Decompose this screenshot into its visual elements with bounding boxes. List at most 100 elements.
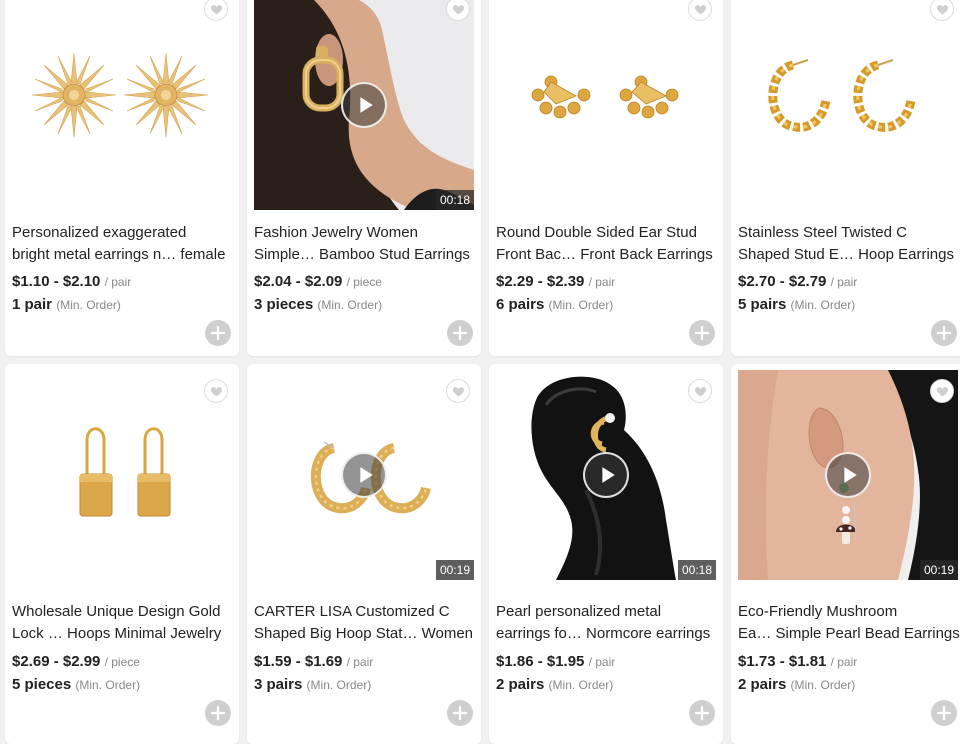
plus-icon: [210, 325, 226, 341]
product-card[interactable]: Stainless Steel Twisted C Shaped Stud E……: [731, 0, 960, 356]
product-image[interactable]: [12, 370, 232, 580]
product-image[interactable]: 00:18: [254, 0, 474, 210]
price-range: $2.69 - $2.99 / piece: [12, 653, 140, 670]
product-card[interactable]: 00:18 Fashion Jewelry Women Simple… Bamb…: [247, 0, 481, 356]
product-title[interactable]: Round Double Sided Ear Stud Front Bac… F…: [496, 222, 718, 266]
product-card[interactable]: 00:18 Pearl personalized metal earrings …: [489, 364, 723, 744]
product-title[interactable]: Fashion Jewelry Women Simple… Bamboo Stu…: [254, 222, 476, 266]
product-card[interactable]: Personalized exaggerated bright metal ea…: [5, 0, 239, 356]
product-image[interactable]: [738, 0, 958, 210]
plus-icon: [936, 705, 952, 721]
heart-icon[interactable]: [930, 379, 954, 403]
product-card[interactable]: Round Double Sided Ear Stud Front Bac… F…: [489, 0, 723, 356]
moq-note: (Min. Order): [317, 298, 383, 312]
moq-note: (Min. Order): [548, 678, 614, 692]
min-order: 1 pair (Min. Order): [12, 296, 121, 313]
product-title[interactable]: CARTER LISA Customized C Shaped Big Hoop…: [254, 601, 476, 645]
moq-value: 5 pairs: [738, 296, 787, 313]
play-icon[interactable]: [825, 452, 871, 498]
product-title[interactable]: Personalized exaggerated bright metal ea…: [12, 222, 234, 266]
heart-icon[interactable]: [446, 379, 470, 403]
moq-note: (Min. Order): [75, 678, 141, 692]
plus-icon: [452, 705, 468, 721]
price-unit: / pair: [830, 275, 858, 289]
add-to-compare-button[interactable]: [205, 320, 231, 346]
add-to-compare-button[interactable]: [931, 320, 957, 346]
product-image[interactable]: 00:19: [254, 370, 474, 580]
title-line-1: Eco-Friendly Mushroom: [738, 603, 898, 620]
price-range: $2.70 - $2.79 / pair: [738, 273, 857, 290]
play-icon[interactable]: [341, 452, 387, 498]
video-duration: 00:19: [435, 560, 474, 580]
plus-icon: [452, 325, 468, 341]
moq-note: (Min. Order): [790, 298, 856, 312]
title-line-1: Personalized exaggerated: [12, 224, 187, 241]
product-card[interactable]: Wholesale Unique Design Gold Lock … Hoop…: [5, 364, 239, 744]
min-order: 2 pairs (Min. Order): [738, 676, 855, 693]
video-duration: 00:19: [919, 560, 958, 580]
product-card[interactable]: 00:19 CARTER LISA Customized C Shaped Bi…: [247, 364, 481, 744]
moq-note: (Min. Order): [306, 678, 372, 692]
title-line-2: bright metal earrings n… female: [12, 246, 226, 263]
video-duration: 00:18: [435, 190, 474, 210]
play-icon[interactable]: [341, 82, 387, 128]
add-to-compare-button[interactable]: [447, 320, 473, 346]
product-image[interactable]: 00:18: [496, 370, 716, 580]
moq-value: 6 pairs: [496, 296, 545, 313]
min-order: 3 pieces (Min. Order): [254, 296, 382, 313]
product-title[interactable]: Eco-Friendly Mushroom Ea… Simple Pearl B…: [738, 601, 960, 645]
moq-note: (Min. Order): [790, 678, 856, 692]
title-line-1: Wholesale Unique Design Gold: [12, 603, 221, 620]
add-to-compare-button[interactable]: [931, 700, 957, 726]
title-line-1: CARTER LISA Customized C: [254, 603, 450, 620]
min-order: 5 pieces (Min. Order): [12, 676, 140, 693]
add-to-compare-button[interactable]: [205, 700, 231, 726]
product-title[interactable]: Wholesale Unique Design Gold Lock … Hoop…: [12, 601, 234, 645]
title-line-2: Shaped Big Hoop Stat… Women: [254, 625, 474, 642]
price-range: $1.10 - $2.10 / pair: [12, 273, 131, 290]
price-value: $1.59 - $1.69: [254, 653, 343, 670]
heart-icon[interactable]: [688, 379, 712, 403]
price-unit: / pair: [346, 655, 374, 669]
plus-icon: [694, 705, 710, 721]
title-line-2: earrings fo… Normcore earrings: [496, 625, 711, 642]
plus-icon: [936, 325, 952, 341]
price-unit: / pair: [588, 655, 616, 669]
price-value: $2.69 - $2.99: [12, 653, 101, 670]
product-title[interactable]: Pearl personalized metal earrings fo… No…: [496, 601, 718, 645]
plus-icon: [210, 705, 226, 721]
product-title[interactable]: Stainless Steel Twisted C Shaped Stud E……: [738, 222, 960, 266]
moq-value: 2 pairs: [496, 676, 545, 693]
price-range: $2.04 - $2.09 / piece: [254, 273, 382, 290]
price-value: $1.73 - $1.81: [738, 653, 827, 670]
min-order: 6 pairs (Min. Order): [496, 296, 613, 313]
moq-value: 1 pair: [12, 296, 53, 313]
price-value: $2.04 - $2.09: [254, 273, 343, 290]
add-to-compare-button[interactable]: [689, 700, 715, 726]
add-to-compare-button[interactable]: [447, 700, 473, 726]
product-image[interactable]: [12, 0, 232, 210]
price-value: $1.86 - $1.95: [496, 653, 585, 670]
price-unit: / piece: [346, 275, 382, 289]
moq-note: (Min. Order): [56, 298, 121, 312]
add-to-compare-button[interactable]: [689, 320, 715, 346]
min-order: 2 pairs (Min. Order): [496, 676, 613, 693]
price-unit: / piece: [104, 655, 140, 669]
product-card[interactable]: 00:19 Eco-Friendly Mushroom Ea… Simple P…: [731, 364, 960, 744]
price-value: $2.29 - $2.39: [496, 273, 585, 290]
title-line-1: Stainless Steel Twisted C: [738, 224, 907, 241]
price-range: $2.29 - $2.39 / pair: [496, 273, 615, 290]
title-line-1: Round Double Sided Ear Stud: [496, 224, 697, 241]
price-range: $1.86 - $1.95 / pair: [496, 653, 615, 670]
price-unit: / pair: [588, 275, 616, 289]
plus-icon: [694, 325, 710, 341]
title-line-1: Pearl personalized metal: [496, 603, 662, 620]
play-icon[interactable]: [583, 452, 629, 498]
product-image[interactable]: 00:19: [738, 370, 958, 580]
min-order: 5 pairs (Min. Order): [738, 296, 855, 313]
price-value: $2.70 - $2.79: [738, 273, 827, 290]
title-line-2: Front Bac… Front Back Earrings: [496, 246, 713, 263]
heart-icon[interactable]: [204, 379, 228, 403]
price-range: $1.59 - $1.69 / pair: [254, 653, 373, 670]
product-image[interactable]: [496, 0, 716, 210]
